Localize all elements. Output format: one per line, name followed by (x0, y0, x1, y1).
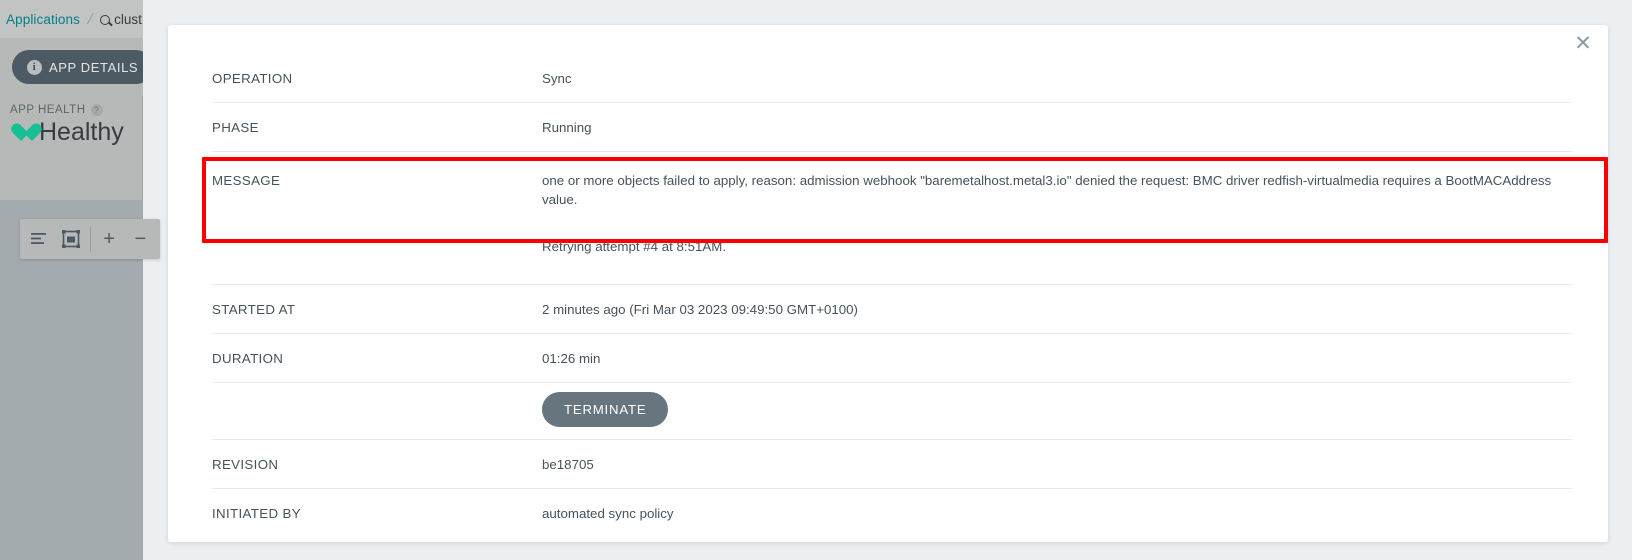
app-health-status: Healthy (39, 120, 124, 145)
message-line-1: one or more objects failed to apply, rea… (542, 171, 1572, 209)
breadcrumb-separator: / (86, 11, 95, 28)
breadcrumb: Applications / clust (0, 0, 143, 38)
row-label: MESSAGE (212, 171, 542, 190)
zoom-in-icon[interactable]: + (93, 220, 124, 258)
row-duration: DURATION 01:26 min (212, 334, 1572, 383)
layout-icon[interactable] (24, 220, 55, 258)
app-health-value-row: Healthy (10, 120, 132, 145)
app-toolbar: i APP DETAILS (0, 38, 143, 96)
row-started-at: STARTED AT 2 minutes ago (Fri Mar 03 202… (212, 285, 1572, 334)
breadcrumb-applications-link[interactable]: Applications (6, 12, 80, 27)
app-details-button[interactable]: i APP DETAILS (12, 50, 143, 84)
zoom-out-icon[interactable]: − (125, 220, 156, 258)
app-health-label: APP HEALTH (10, 104, 86, 116)
app-details-label: APP DETAILS (49, 60, 138, 75)
row-value: 2 minutes ago (Fri Mar 03 2023 09:49:50 … (542, 300, 1572, 319)
toolbar-divider (90, 226, 91, 252)
row-label: INITIATED BY (212, 504, 542, 523)
row-value: Sync (542, 69, 1572, 88)
row-value: 01:26 min (542, 349, 1572, 368)
row-label: DURATION (212, 349, 542, 368)
question-mark-icon[interactable]: ? (91, 104, 103, 116)
terminate-button[interactable]: TERMINATE (542, 392, 668, 427)
heart-icon (10, 122, 32, 144)
row-revision: REVISION be18705 (212, 440, 1572, 489)
row-terminate-action: TERMINATE (212, 383, 1572, 440)
sync-status-dialog: ✕ OPERATION Sync PHASE Running MESSAGE o… (168, 25, 1608, 542)
row-label: STARTED AT (212, 300, 542, 319)
row-value: automated sync policy (542, 504, 1572, 523)
message-line-2: Retrying attempt #4 at 8:51AM. (542, 237, 1572, 256)
row-message: MESSAGE one or more objects failed to ap… (212, 152, 1572, 285)
row-phase: PHASE Running (212, 103, 1572, 152)
resource-graph-canvas: + − (0, 200, 143, 560)
row-value-action: TERMINATE (542, 392, 1572, 427)
row-value: be18705 (542, 455, 1572, 474)
search-input[interactable]: clust (100, 12, 142, 27)
row-label: PHASE (212, 118, 542, 137)
search-icon (100, 15, 110, 25)
row-value-message: one or more objects failed to apply, rea… (542, 171, 1572, 256)
row-operation: OPERATION Sync (212, 54, 1572, 103)
graph-toolbar: + − (20, 219, 160, 259)
row-initiated-by: INITIATED BY automated sync policy (212, 489, 1572, 538)
row-label: OPERATION (212, 69, 542, 88)
fit-to-screen-icon[interactable] (55, 220, 86, 258)
app-health-label-row: APP HEALTH ? (10, 104, 132, 116)
row-value: Running (542, 118, 1572, 137)
sync-details-list: OPERATION Sync PHASE Running MESSAGE one… (212, 54, 1572, 538)
close-icon[interactable]: ✕ (1572, 33, 1594, 55)
info-icon: i (27, 60, 42, 75)
search-input-value: clust (114, 12, 142, 27)
row-label: REVISION (212, 455, 542, 474)
app-health-panel: APP HEALTH ? Healthy (0, 96, 143, 200)
